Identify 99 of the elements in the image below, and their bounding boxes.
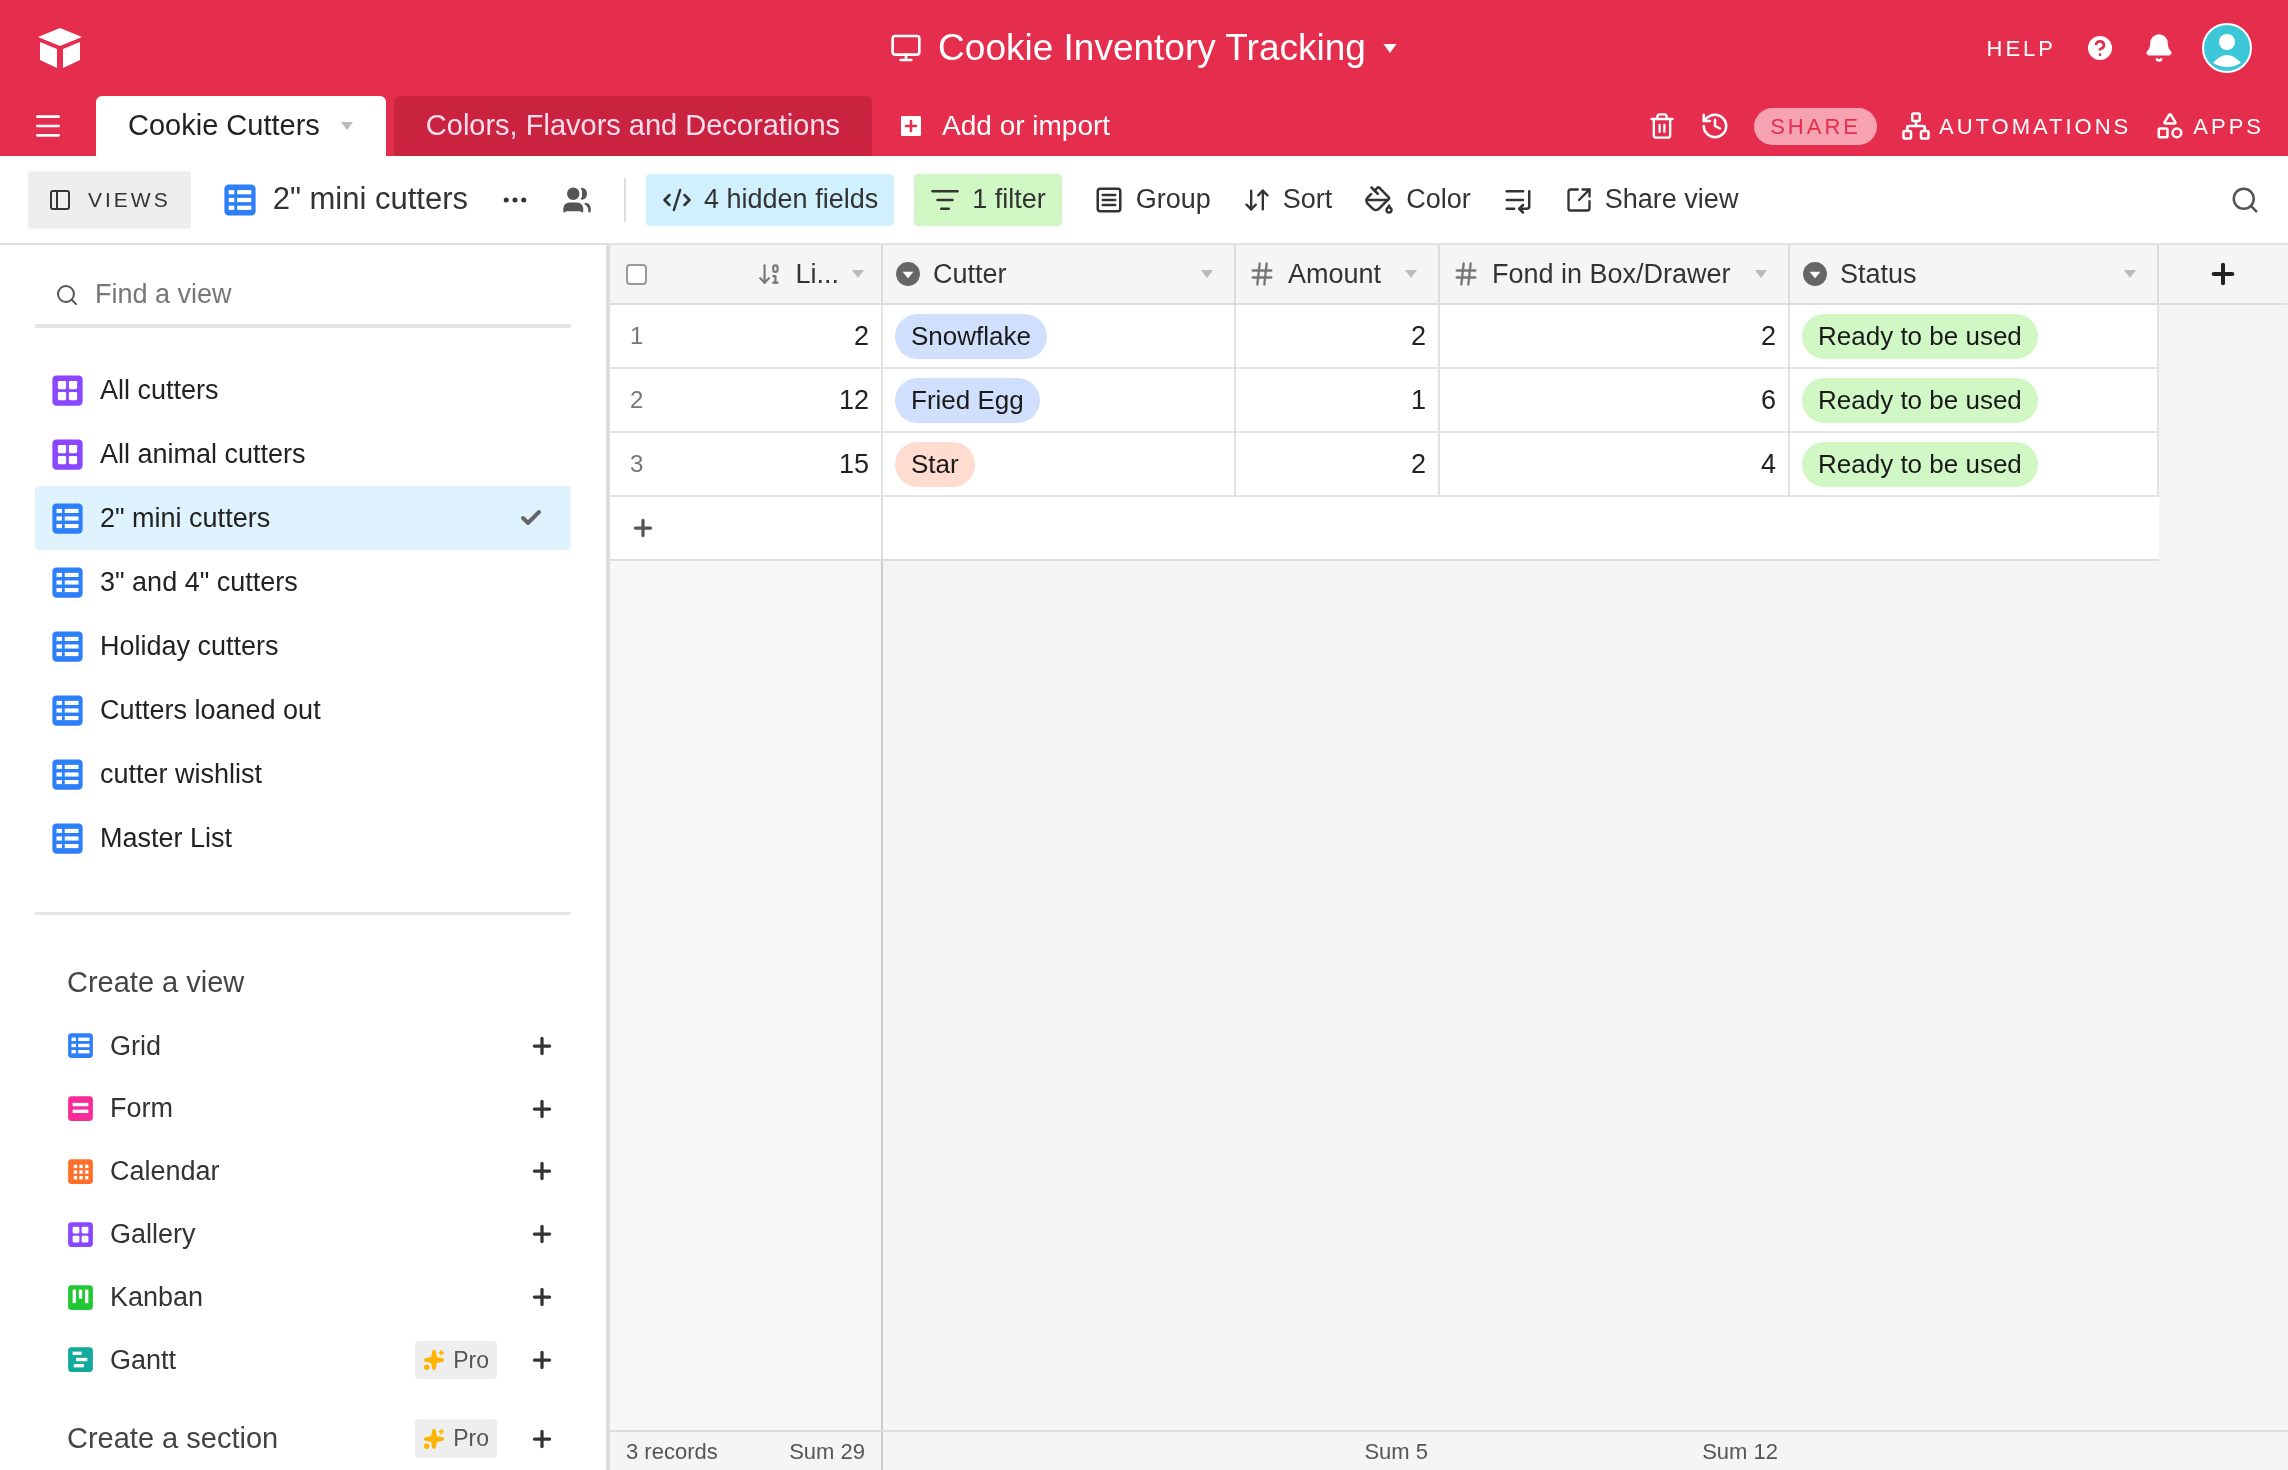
- box-logo-icon[interactable]: [36, 26, 84, 70]
- create-view-item[interactable]: Gantt Pro: [35, 1328, 571, 1392]
- sum-label: Sum 12: [1702, 1437, 1778, 1466]
- select-tag: Fried Egg: [895, 377, 1040, 423]
- caret-icon: [1404, 269, 1418, 279]
- row-number: 3: [630, 449, 644, 479]
- avatar-icon[interactable]: [2202, 23, 2252, 73]
- grid-view-icon: [51, 757, 84, 791]
- table-cell-text: 6: [1760, 383, 1776, 417]
- table-cell-text: 2: [1760, 319, 1776, 353]
- kanban-view-icon: [67, 1283, 94, 1311]
- calendar-view-icon: [67, 1157, 94, 1185]
- create-view-item[interactable]: Form: [35, 1077, 571, 1141]
- views-button[interactable]: VIEWS: [28, 170, 191, 229]
- caret-icon: [851, 269, 865, 279]
- apps-button[interactable]: APPS: [2155, 109, 2264, 143]
- create-view-item[interactable]: Calendar: [35, 1140, 571, 1203]
- share-view-button[interactable]: Share view: [1564, 179, 1739, 220]
- create-view-heading: Create a view: [67, 964, 246, 1000]
- gantt-view-icon: [67, 1346, 94, 1374]
- view-item[interactable]: cutter wishlist: [35, 742, 571, 806]
- hidden-fields-button[interactable]: 4 hidden fields: [646, 173, 895, 226]
- form-view-icon: [67, 1095, 94, 1123]
- select-tag: Ready to be used: [1802, 313, 2038, 359]
- caret-icon: [2123, 269, 2137, 279]
- sort-button[interactable]: Sort: [1242, 179, 1333, 220]
- select-tag: Ready to be used: [1802, 377, 2038, 423]
- view-item[interactable]: Holiday cutters: [35, 614, 571, 678]
- row-number: 1: [630, 321, 644, 351]
- table-cell-text: 15: [838, 447, 869, 481]
- paint-bucket-icon: [1364, 184, 1395, 215]
- create-view-item[interactable]: Gallery: [35, 1202, 571, 1266]
- table-cell-text: 12: [838, 383, 869, 417]
- grid-view-icon: [51, 501, 84, 535]
- share-icon: [1564, 185, 1593, 214]
- color-button[interactable]: Color: [1364, 179, 1471, 220]
- dropdown-circle-icon: [895, 261, 921, 287]
- table-cell-text: 2: [853, 319, 869, 353]
- record-count: 3 records: [626, 1437, 718, 1466]
- table-cell-text: 2: [1410, 319, 1426, 353]
- monitor-icon: [890, 32, 923, 64]
- column-header[interactable]: Li...: [610, 245, 883, 303]
- create-view-item[interactable]: Grid: [35, 1014, 571, 1078]
- gallery-view-icon: [51, 437, 84, 471]
- gallery-view-icon: [67, 1220, 94, 1248]
- create-view-item[interactable]: Kanban: [35, 1265, 571, 1329]
- caret-icon: [1754, 269, 1768, 279]
- table-cell-text: 1: [1410, 383, 1426, 417]
- find-view-field[interactable]: Find a view: [94, 274, 551, 315]
- view-item[interactable]: 3" and 4" cutters: [35, 550, 571, 614]
- view-item[interactable]: Cutters loaned out: [35, 678, 571, 742]
- table-cell-text: 2: [1410, 447, 1426, 481]
- column-header[interactable]: Amount: [1236, 245, 1440, 303]
- select-tag: Snowflake: [895, 313, 1047, 359]
- view-item[interactable]: All cutters: [35, 358, 571, 422]
- automations-button[interactable]: AUTOMATIONS: [1901, 109, 2132, 143]
- grid-view-icon: [51, 565, 84, 599]
- gallery-view-icon: [51, 373, 84, 407]
- table-row[interactable]: 2 12 Fried Egg 1 6 Ready to be used: [610, 369, 2159, 433]
- grid-view-icon: [51, 693, 84, 727]
- caret-icon: [1200, 269, 1214, 279]
- column-header[interactable]: Status: [1790, 245, 2159, 303]
- table-row[interactable]: 3 15 Star 2 4 Ready to be used: [610, 433, 2159, 497]
- select-tag: Star: [895, 441, 975, 487]
- help-link[interactable]: HELP: [1986, 31, 2056, 65]
- view-item[interactable]: 2" mini cutters: [35, 486, 571, 550]
- caret-icon: [339, 121, 354, 131]
- grid-view-icon: [51, 629, 84, 663]
- sparkle-icon: [423, 1427, 446, 1450]
- grid-view-icon: [222, 182, 257, 217]
- table-row[interactable]: 1 2 Snowflake 2 2 Ready to be used: [610, 305, 2159, 369]
- view-item[interactable]: All animal cutters: [35, 422, 571, 486]
- sum-label: Sum 5: [1364, 1437, 1428, 1466]
- group-button[interactable]: Group: [1093, 179, 1211, 220]
- grid-view-icon: [51, 821, 84, 855]
- pro-badge: Pro: [415, 1340, 497, 1380]
- hierarchy-icon: [1901, 111, 1931, 141]
- view-item[interactable]: Master List: [35, 806, 571, 870]
- grid-view-icon: [67, 1032, 94, 1060]
- create-section-item[interactable]: Create a section Pro: [35, 1407, 571, 1470]
- select-all-checkbox[interactable]: [626, 263, 647, 285]
- pro-badge: Pro: [415, 1419, 497, 1458]
- sum-label: Sum 29: [789, 1437, 865, 1466]
- table-cell-text: 4: [1760, 447, 1776, 481]
- column-header[interactable]: Cutter: [883, 245, 1236, 303]
- table-tab[interactable]: Cookie Cutters: [96, 96, 386, 156]
- filter-button[interactable]: 1 filter: [914, 173, 1062, 226]
- row-number: 2: [630, 385, 644, 415]
- base-title[interactable]: Cookie Inventory Tracking: [938, 20, 1366, 76]
- table-tab[interactable]: Colors, Flavors and Decorations: [393, 96, 873, 156]
- sparkle-icon: [423, 1348, 446, 1371]
- add-table-button[interactable]: Add or import: [896, 96, 1111, 156]
- notifications-icon[interactable]: [2144, 33, 2174, 63]
- column-header[interactable]: Fond in Box/Drawer: [1440, 245, 1790, 303]
- dropdown-circle-icon: [1802, 261, 1828, 287]
- sidebar-icon: [48, 187, 72, 212]
- caret-icon: [1381, 42, 1398, 54]
- select-tag: Ready to be used: [1802, 441, 2038, 487]
- current-view-name[interactable]: 2" mini cutters: [272, 176, 469, 223]
